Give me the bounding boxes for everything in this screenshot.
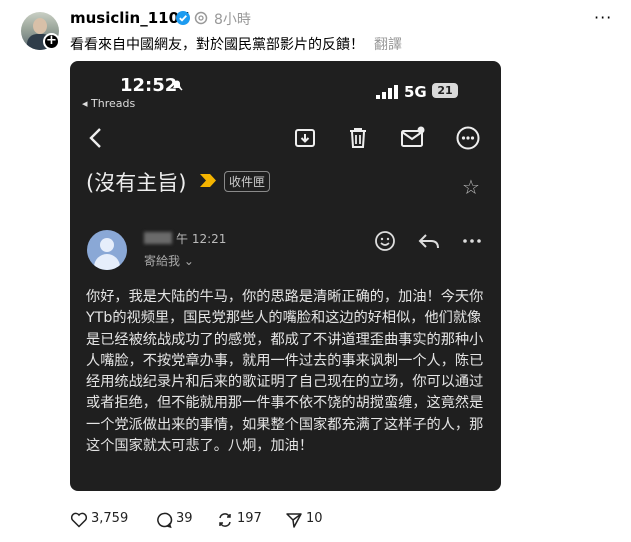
status-time: 12:52 (120, 75, 178, 96)
sender-time: 午 12:21 (176, 232, 227, 246)
repost-icon[interactable] (216, 511, 234, 529)
email-subject: (沒有主旨) (86, 171, 187, 195)
star-icon: ☆ (462, 175, 480, 199)
like-count: 3,759 (91, 511, 129, 526)
heart-icon[interactable] (70, 511, 88, 529)
more-dots-icon (463, 239, 481, 243)
back-to-threads: ◂ Threads (82, 97, 136, 110)
threads-icon (194, 11, 208, 25)
follow-plus-icon[interactable]: + (43, 33, 60, 50)
post-time: 8小時 (214, 12, 251, 28)
translate-link[interactable]: 翻譯 (374, 37, 402, 53)
sender-avatar (87, 230, 127, 270)
network-type: 5G (404, 83, 427, 101)
username[interactable]: musiclin_1107 (70, 9, 189, 27)
sender-avatar-body (94, 254, 120, 270)
important-marker-icon (200, 174, 216, 187)
emoji-icon (375, 231, 395, 251)
back-arrow-icon (89, 128, 101, 148)
email-body: 你好，我是大陆的牛马，你的思路是清晰正确的，加油！今天你YTb的视频里，国民党那… (86, 289, 484, 455)
caption-text: 看看來自中國網友，對於國民黨部影片的反饋！ (70, 37, 364, 53)
more-icon (456, 126, 480, 150)
share-count: 10 (306, 511, 323, 526)
battery-level: 21 (432, 83, 458, 98)
reply-icon (418, 234, 439, 249)
sender-name-redacted (144, 232, 172, 244)
archive-icon (295, 129, 315, 147)
signal-icon (376, 85, 398, 99)
recipient-line: 寄給我 ⌄ (144, 254, 194, 268)
attached-image[interactable]: 12:52 ◂ Threads 5G 21 (沒有主旨) 收件匣 ☆ 午 12:… (70, 61, 501, 491)
inbox-label: 收件匣 (224, 171, 271, 192)
trash-icon (350, 128, 366, 148)
more-options-icon[interactable]: ··· (594, 8, 612, 27)
share-icon[interactable] (285, 511, 303, 529)
comment-icon[interactable] (155, 511, 173, 529)
sender-avatar-head (100, 238, 114, 252)
post-caption: 看看來自中國網友，對於國民黨部影片的反饋！ 翻譯 (70, 34, 402, 54)
bell-muted-icon (171, 79, 183, 91)
comment-count: 39 (176, 511, 193, 526)
avatar-face (33, 18, 47, 34)
verified-badge-icon (176, 11, 190, 25)
repost-count: 197 (237, 511, 262, 526)
mark-unread-icon (401, 126, 425, 147)
